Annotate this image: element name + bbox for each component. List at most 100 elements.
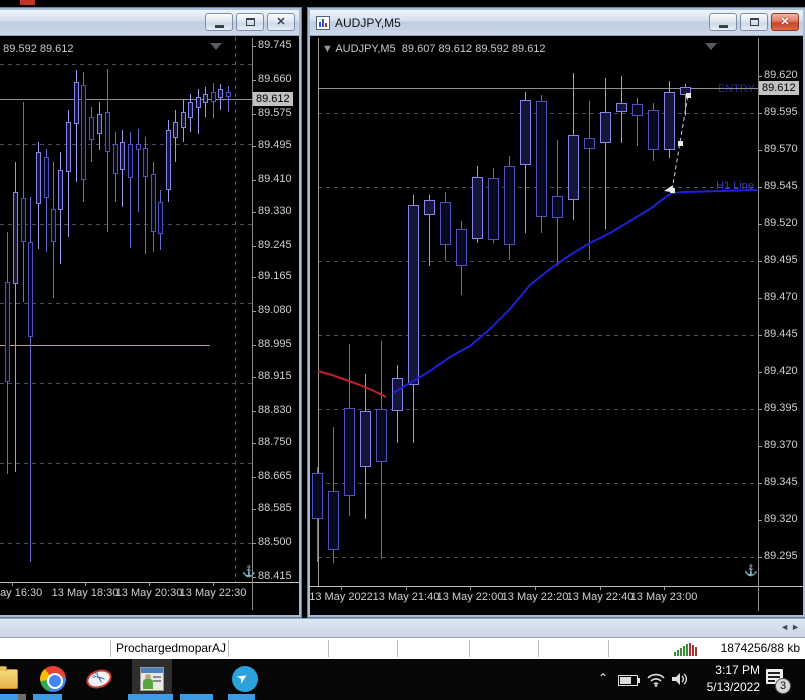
- clock-time: 3:17 PM: [715, 663, 760, 677]
- price-axis-tick: [758, 557, 762, 558]
- time-axis-label: 13 May 22:30: [179, 587, 247, 599]
- grid-line: [0, 543, 252, 544]
- price-axis-label: 89.320: [764, 513, 798, 525]
- status-bar-cell-separator: [538, 640, 539, 657]
- price-axis-label: 89.495: [764, 254, 798, 266]
- telegram-icon[interactable]: [232, 666, 258, 692]
- grid-line: [0, 383, 252, 384]
- candle: [328, 491, 339, 550]
- candle-wick: [198, 89, 199, 134]
- active-app-icon: [140, 667, 164, 691]
- grid-line: [318, 557, 758, 558]
- time-axis-tick: [406, 586, 407, 590]
- scroll-right-arrow-icon[interactable]: ►: [791, 622, 800, 632]
- clock-date: 5/13/2022: [706, 680, 760, 694]
- candle: [5, 282, 10, 382]
- right-window-titlebar[interactable]: AUDJPY,M5 ✕: [310, 10, 803, 36]
- chart-window-icon: [316, 15, 330, 30]
- candle: [120, 142, 125, 170]
- time-axis-tick: [600, 586, 601, 590]
- price-axis-label: 89.080: [258, 304, 292, 316]
- candle-wick: [228, 86, 229, 112]
- candle: [664, 92, 675, 150]
- right-chart-header: ▼ AUDJPY,M5 89.607 89.612 89.592 89.612: [322, 43, 546, 55]
- price-axis-tick: [252, 114, 256, 115]
- volume-icon[interactable]: [670, 671, 690, 692]
- close-button[interactable]: ✕: [771, 13, 799, 31]
- chart-dropdown-icon[interactable]: ▼: [322, 43, 333, 55]
- close-button[interactable]: ✕: [267, 13, 295, 31]
- minimize-button[interactable]: [205, 13, 233, 31]
- chart-window-left[interactable]: ✕ 2 89.592 89.612 89.745 89.660 89.575 89.4…: [0, 8, 301, 617]
- candle: [424, 200, 435, 215]
- candle: [166, 130, 171, 190]
- candle: [173, 122, 178, 138]
- object-handle: [678, 141, 683, 146]
- taskbar-running-indicator: [128, 694, 173, 700]
- restore-button[interactable]: [236, 13, 264, 31]
- price-axis-tick: [252, 311, 256, 312]
- price-axis-label: 89.420: [764, 365, 798, 377]
- left-chart-header-partial: 2 89.592 89.612: [0, 43, 74, 55]
- time-axis-tick: [12, 582, 13, 586]
- price-axis-separator: [758, 38, 759, 611]
- battery-icon[interactable]: [618, 675, 640, 686]
- candle: [600, 112, 611, 143]
- tray-clock[interactable]: 3:17 PM 5/13/2022: [690, 662, 760, 696]
- wifi-icon[interactable]: [646, 671, 666, 692]
- taskbar-running-indicator: [228, 694, 255, 700]
- left-window-titlebar[interactable]: ✕: [0, 10, 299, 36]
- tray-expand-chevron-icon[interactable]: ⌃: [598, 671, 608, 685]
- price-axis-tick: [252, 509, 256, 510]
- grid-line: [318, 335, 758, 336]
- candle: [74, 82, 79, 124]
- time-axis-label: 13 May 23:00: [630, 591, 698, 603]
- restore-icon: [749, 18, 759, 26]
- status-bar-cell-separator: [608, 640, 609, 657]
- minimize-button[interactable]: [709, 13, 737, 31]
- price-axis-label: 89.575: [258, 107, 292, 119]
- restore-button[interactable]: [740, 13, 768, 31]
- candle: [113, 144, 118, 174]
- chrome-icon[interactable]: [40, 666, 66, 692]
- price-axis-tick: [758, 150, 762, 151]
- grid-line: [318, 261, 758, 262]
- plot-bottom-border: [310, 586, 803, 587]
- chart-symbol-timeframe: AUDJPY,M5: [335, 43, 396, 55]
- price-axis-label: 89.520: [764, 217, 798, 229]
- windows-taskbar: V.GALANTE ⌃: [0, 659, 805, 700]
- status-bar-cell-separator: [328, 640, 329, 657]
- status-bar-cell-separator: [228, 640, 229, 657]
- candle: [188, 102, 193, 118]
- horizontal-scroll-strip[interactable]: ◄ ►: [0, 618, 805, 637]
- taskbar-running-indicator: [0, 694, 18, 700]
- right-chart-area[interactable]: ▼ AUDJPY,M5 89.607 89.612 89.592 89.612 …: [310, 37, 803, 615]
- candle: [218, 89, 223, 98]
- minimize-icon: [718, 24, 728, 28]
- price-axis-label: 88.750: [258, 436, 292, 448]
- candle: [520, 100, 531, 165]
- candle: [226, 92, 231, 97]
- snipping-tool-icon[interactable]: [83, 666, 115, 692]
- file-explorer-icon[interactable]: [0, 666, 18, 689]
- taskbar-running-indicator: [18, 694, 26, 700]
- price-axis-label: 89.545: [764, 180, 798, 192]
- candle: [312, 473, 323, 519]
- price-axis-label: 88.415: [258, 570, 292, 582]
- scroll-left-arrow-icon[interactable]: ◄: [780, 622, 789, 632]
- price-axis-label: 89.345: [764, 476, 798, 488]
- restore-icon: [245, 18, 255, 26]
- chart-window-audjpy-m5[interactable]: AUDJPY,M5 ✕ ▼ AUDJPY,M5 89.607 89.612 89…: [308, 8, 805, 617]
- left-chart-area[interactable]: 2 89.592 89.612 89.745 89.660 89.575 89.495…: [0, 37, 299, 615]
- time-axis-label: 13 May 18:30: [51, 587, 119, 599]
- object-handle: [670, 188, 675, 193]
- candle-wick: [138, 129, 139, 212]
- quick-navigation-triangle-icon: [705, 43, 717, 50]
- time-axis-label: 13 May 22:40: [566, 591, 634, 603]
- candle: [196, 97, 201, 108]
- price-axis-label: 88.665: [258, 470, 292, 482]
- price-axis-label: 88.585: [258, 502, 292, 514]
- red-ma-line: [317, 370, 387, 398]
- time-axis-tick: [470, 586, 471, 590]
- candle: [44, 157, 49, 198]
